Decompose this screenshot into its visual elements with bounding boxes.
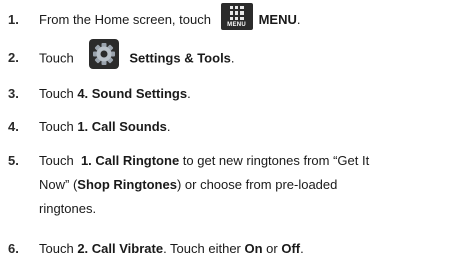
step-5: 5. Touch 1. Call Ringtone to get new rin… — [0, 152, 469, 222]
menu-icon-label: MENU — [227, 22, 247, 29]
step-number: 3. — [8, 86, 19, 101]
step-text: Touch 2. Call Vibrate. Touch either On o… — [39, 241, 304, 256]
step-text: Touch Settings & Tools. — [39, 39, 463, 69]
step-text: Touch 4. Sound Settings. — [39, 86, 191, 101]
step-number: 4. — [8, 119, 19, 134]
step-text: Touch 1. Call Sounds. — [39, 119, 171, 134]
settings-gear-icon — [89, 39, 120, 69]
step-number: 1. — [8, 12, 19, 27]
instruction-list: 1. From the Home screen, touch MENU MENU… — [0, 0, 469, 269]
step-number: 5. — [8, 153, 19, 168]
step-text: From the Home screen, touch MENU MENU. — [39, 3, 463, 31]
step-text: Touch 1. Call Ringtone to get new ringto… — [39, 153, 370, 216]
menu-grid-icon: MENU — [220, 3, 253, 31]
step-number: 2. — [8, 50, 19, 65]
step-number: 6. — [8, 241, 19, 256]
